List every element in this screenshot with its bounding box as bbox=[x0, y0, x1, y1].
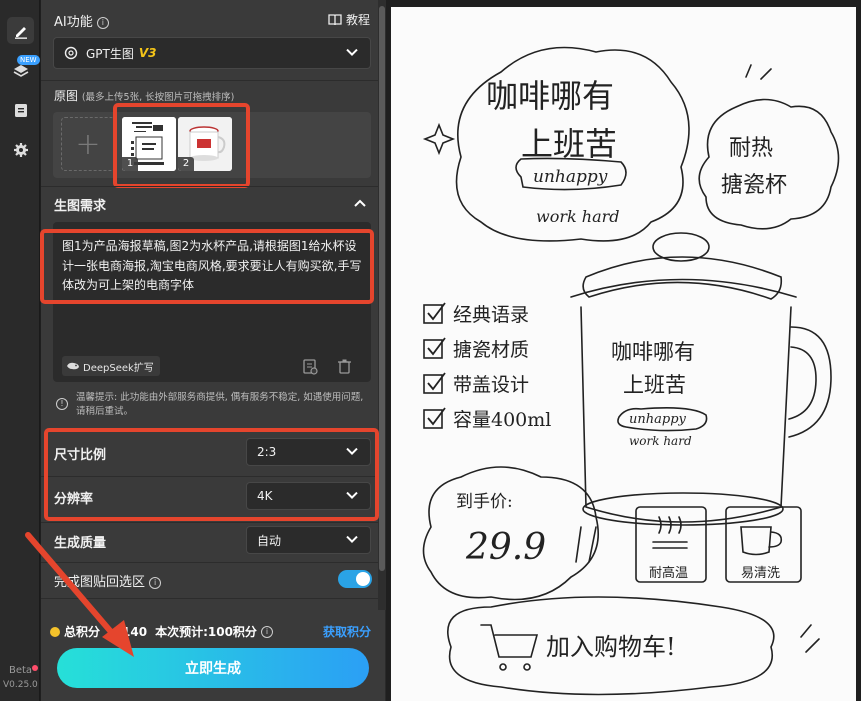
poster-sketch: 咖啡哪有 上班苦 unhappy work hard 耐热 搪瓷杯 经典语录 搪… bbox=[422, 46, 840, 696]
openai-icon bbox=[64, 46, 78, 60]
document-tool-button[interactable] bbox=[7, 96, 34, 123]
cloud-line2: 搪瓷杯 bbox=[721, 173, 787, 198]
chevron-down-icon bbox=[346, 48, 358, 57]
settings-button[interactable] bbox=[7, 136, 34, 163]
highlight-box bbox=[44, 428, 379, 521]
cup-line1: 咖啡哪有 bbox=[611, 340, 695, 364]
feature-3: 带盖设计 bbox=[453, 374, 529, 396]
badge-clean: 易清洗 bbox=[741, 566, 780, 581]
info-icon[interactable]: i bbox=[96, 16, 109, 29]
book-icon bbox=[328, 13, 342, 25]
highlight-box bbox=[113, 103, 250, 188]
tip-info-icon: ! bbox=[56, 398, 68, 410]
coin-icon bbox=[50, 626, 60, 637]
divider bbox=[41, 562, 378, 563]
divider bbox=[41, 80, 378, 81]
paste-back-row: 完成图贴回选区 i bbox=[54, 571, 162, 590]
poster-preview: 咖啡哪有 上班苦 unhappy work hard 耐热 搪瓷杯 经典语录 搪… bbox=[391, 7, 856, 701]
cup-line2: 上班苦 bbox=[623, 373, 686, 397]
model-select[interactable]: GPT生图 V3 bbox=[53, 37, 371, 69]
source-images-hint: (最多上传5张, 长按图片可拖拽排序) bbox=[81, 92, 235, 103]
divider bbox=[41, 186, 378, 187]
beta-dot bbox=[32, 665, 38, 671]
price-value: 29.9 bbox=[465, 527, 546, 568]
pencil-icon bbox=[14, 26, 27, 39]
chevron-up-icon[interactable] bbox=[354, 199, 366, 207]
toggle-knob bbox=[356, 572, 370, 586]
quality-label: 生成质量 bbox=[54, 536, 107, 551]
paste-back-toggle[interactable] bbox=[338, 570, 372, 588]
edit-tool-button[interactable] bbox=[7, 17, 34, 44]
cup-sub2: work hard bbox=[629, 434, 692, 448]
gear-icon bbox=[13, 142, 28, 157]
model-name: GPT生图 bbox=[86, 46, 134, 61]
deepseek-expand-button[interactable]: DeepSeek扩写 bbox=[62, 356, 160, 376]
info-icon[interactable]: i bbox=[149, 576, 162, 589]
history-icon[interactable] bbox=[303, 359, 318, 375]
clipboard-icon bbox=[14, 103, 27, 117]
add-image-button[interactable]: + bbox=[61, 117, 115, 171]
poster-sub2: work hard bbox=[536, 207, 620, 226]
paste-back-label: 完成图贴回选区 bbox=[54, 575, 146, 590]
whale-icon bbox=[67, 362, 79, 370]
feature-4: 容量400ml bbox=[453, 409, 551, 431]
highlight-box bbox=[40, 229, 374, 304]
source-images-label: 原图 (最多上传5张, 长按图片可拖拽排序) bbox=[54, 87, 234, 104]
poster-title-line2: 上班苦 bbox=[521, 125, 617, 163]
points-summary: 总积分 140 本次预计:100积分 i bbox=[50, 623, 273, 640]
info-icon[interactable]: i bbox=[260, 625, 273, 638]
chevron-down-icon bbox=[346, 535, 358, 544]
service-tip: 温馨提示: 此功能由外部服务商提供, 偶有服务不稳定, 如遇使用问题, 请稍后重… bbox=[76, 392, 364, 417]
poster-sub1: unhappy bbox=[533, 167, 608, 187]
version-label: V0.25.0 bbox=[3, 680, 38, 690]
divider bbox=[41, 598, 378, 599]
panel-title-text: AI功能 bbox=[54, 15, 93, 30]
quality-value: 自动 bbox=[257, 533, 282, 548]
points-label: 总积分 bbox=[64, 625, 101, 639]
tool-rail: NEW Beta V0.25.0 bbox=[0, 0, 40, 701]
quality-select[interactable]: 自动 bbox=[246, 526, 371, 554]
feature-1: 经典语录 bbox=[453, 304, 529, 326]
generate-button[interactable]: 立即生成 bbox=[57, 648, 369, 688]
trash-icon[interactable] bbox=[338, 359, 351, 374]
get-points-link[interactable]: 获取积分 bbox=[323, 623, 371, 640]
beta-label: Beta bbox=[9, 665, 33, 676]
prompt-section-label: 生图需求 bbox=[54, 199, 107, 214]
badge-heat: 耐高温 bbox=[649, 565, 688, 581]
model-version: V3 bbox=[138, 46, 157, 60]
tutorial-label: 教程 bbox=[346, 13, 371, 27]
points-value: 140 bbox=[122, 624, 148, 639]
source-images-title: 原图 bbox=[54, 89, 79, 103]
divider bbox=[41, 522, 378, 523]
panel-title: AI功能 i bbox=[54, 11, 109, 30]
new-badge: NEW bbox=[17, 55, 40, 65]
cart-text: 加入购物车! bbox=[546, 633, 676, 661]
cup-sub1: unhappy bbox=[629, 412, 687, 427]
scrollbar-thumb[interactable] bbox=[379, 6, 385, 571]
feature-2: 搪瓷材质 bbox=[453, 339, 529, 361]
poster-title-line1: 咖啡哪有 bbox=[486, 77, 614, 115]
tutorial-link[interactable]: 教程 bbox=[328, 11, 370, 28]
deepseek-label: DeepSeek扩写 bbox=[83, 362, 154, 374]
cloud-line1: 耐热 bbox=[729, 136, 773, 161]
price-label: 到手价: bbox=[456, 492, 513, 512]
points-estimate: 本次预计:100积分 bbox=[155, 625, 257, 639]
